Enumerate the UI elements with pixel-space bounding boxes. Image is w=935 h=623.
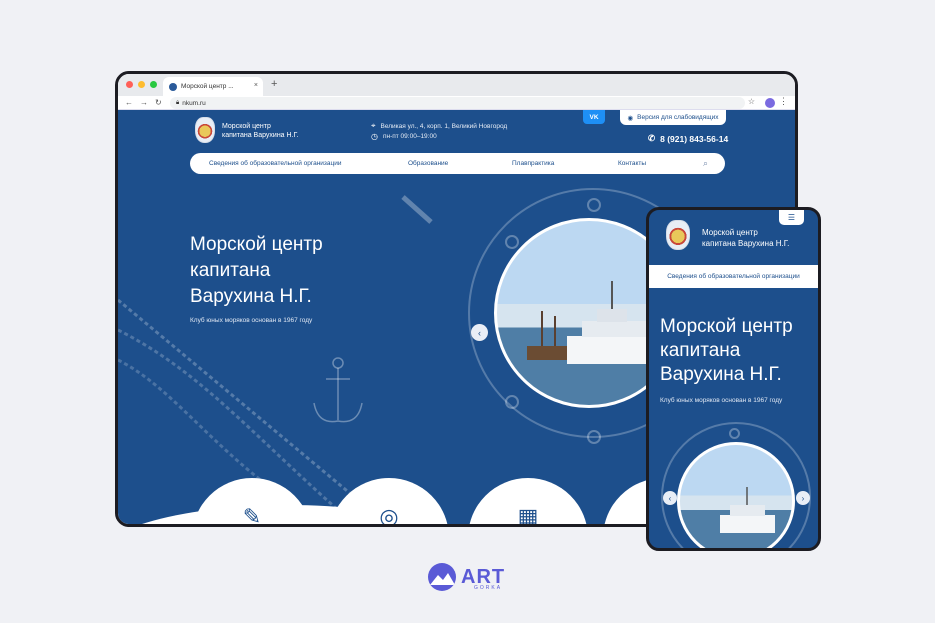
tab-close-icon[interactable]: × [254,82,258,89]
address-info: ⌖ Великая ул., 4, корп. 1, Великий Новго… [371,121,507,131]
nav-item-about[interactable]: Сведения об образовательной организации [209,160,342,167]
browser-tab[interactable]: Морской центр ... × [163,77,263,96]
hours-text: пн-пт 09:00–19:00 [382,133,437,140]
hero-title-line3: Варухина Н.Г. [190,286,312,307]
new-tab-icon[interactable]: + [271,78,277,90]
mobile-hero-title: Морской центр капитана Варухина Н.Г. [660,315,793,387]
brand-subtitle: GORKA [474,585,503,591]
mobile-ship-photo [677,442,795,548]
mobile-title-line2: капитана [660,340,741,361]
address-text: Великая ул., 4, корп. 1, Великий Новгоро… [380,122,508,130]
logo-emblem-icon[interactable] [195,117,215,143]
logo-line1: Морской центр [222,123,271,130]
favicon-icon [169,82,177,91]
eye-icon: ◉ [627,114,634,122]
mobile-carousel-next-button[interactable]: › [796,491,810,505]
hero-title-line2: капитана [190,260,271,281]
forward-icon[interactable]: → [140,98,148,107]
hamburger-menu-icon[interactable]: ☰ [779,210,804,225]
nav-item-education[interactable]: Образование [408,160,448,167]
close-window-dot[interactable] [126,81,133,88]
mobile-hero-subtitle: Клуб юных моряков основан в 1967 году [660,397,783,404]
documents-icon: ✎ [242,504,262,524]
porthole-bolt [587,430,601,444]
window-controls [126,81,157,88]
mobile-porthole-bolt [729,428,740,439]
low-vision-label: Версия для слабовидящих [637,114,719,121]
logo-line2: капитана Варухина Н.Г. [222,132,299,139]
hero-title-line1: Морской центр [190,234,323,255]
site-logo-text[interactable]: Морской центр капитана Варухина Н.Г. [222,122,298,140]
phone-number[interactable]: ✆ 8 (921) 843-56-14 [648,133,728,144]
artgorka-logo-icon [428,563,456,591]
mobile-title-line3: Варухина Н.Г. [660,364,782,385]
calendar-icon: ▦ [517,504,539,524]
tab-title: Морской центр ... [181,83,234,90]
mobile-carousel-prev-button[interactable]: ‹ [663,491,677,505]
main-navigation: Сведения об образовательной организации … [190,153,725,174]
maximize-window-dot[interactable] [150,81,157,88]
back-icon[interactable]: ← [125,98,133,107]
phone-text: 8 (921) 843-56-14 [660,133,729,144]
spyglass-icon [401,195,433,224]
anchor-icon [313,357,363,423]
carousel-prev-button[interactable]: ‹ [471,324,488,341]
nav-item-contacts[interactable]: Контакты [618,160,646,167]
location-pin-icon: ⌖ [371,121,376,130]
hero-title: Морской центр капитана Варухина Н.Г. [190,232,323,310]
reload-icon[interactable]: ↻ [155,98,162,107]
hours-info: ◷ пн-пт 09:00–19:00 [371,132,437,141]
porthole-bolt [505,395,519,409]
search-icon[interactable]: ⌕ [703,158,708,169]
bookmark-star-icon[interactable]: ☆ [748,97,755,106]
mobile-logo-text[interactable]: Морской центр капитана Варухина Н.Г. [702,227,789,249]
porthole-bolt [587,198,601,212]
lock-icon: 🔒︎ [176,99,180,106]
url-field[interactable]: 🔒︎ nkum.ru [170,97,745,109]
mobile-logo-line2: капитана Варухина Н.Г. [702,239,790,248]
brand-name: ART [461,566,506,588]
compass-icon: ◎ [379,504,399,524]
mobile-nav-item-about[interactable]: Сведения об образовательной организации [649,265,818,288]
vk-button[interactable]: VK [583,110,605,124]
mobile-mockup: ☰ Морской центр капитана Варухина Н.Г. С… [646,207,821,551]
mobile-logo-emblem-icon[interactable] [666,220,690,250]
profile-avatar[interactable] [765,98,775,108]
browser-tab-bar: Морской центр ... × + [118,74,795,96]
clock-icon: ◷ [371,132,378,141]
hero-subtitle: Клуб юных моряков основан в 1967 году [190,317,313,324]
mobile-ship-illustration [720,487,775,533]
mobile-logo-line1: Морской центр [702,228,758,237]
address-bar: ← → ↻ 🔒︎ nkum.ru ☆ ⋮ [118,96,795,110]
browser-menu-icon[interactable]: ⋮ [779,96,788,107]
nav-item-practice[interactable]: Плавпрактика [512,160,554,167]
mobile-title-line1: Морской центр [660,316,793,337]
phone-icon: ✆ [648,133,656,143]
porthole-bolt [505,235,519,249]
minimize-window-dot[interactable] [138,81,145,88]
url-text: nkum.ru [182,99,206,107]
low-vision-button[interactable]: ◉ Версия для слабовидящих [620,110,726,125]
feature-card-calendar[interactable]: ▦ [468,478,588,524]
